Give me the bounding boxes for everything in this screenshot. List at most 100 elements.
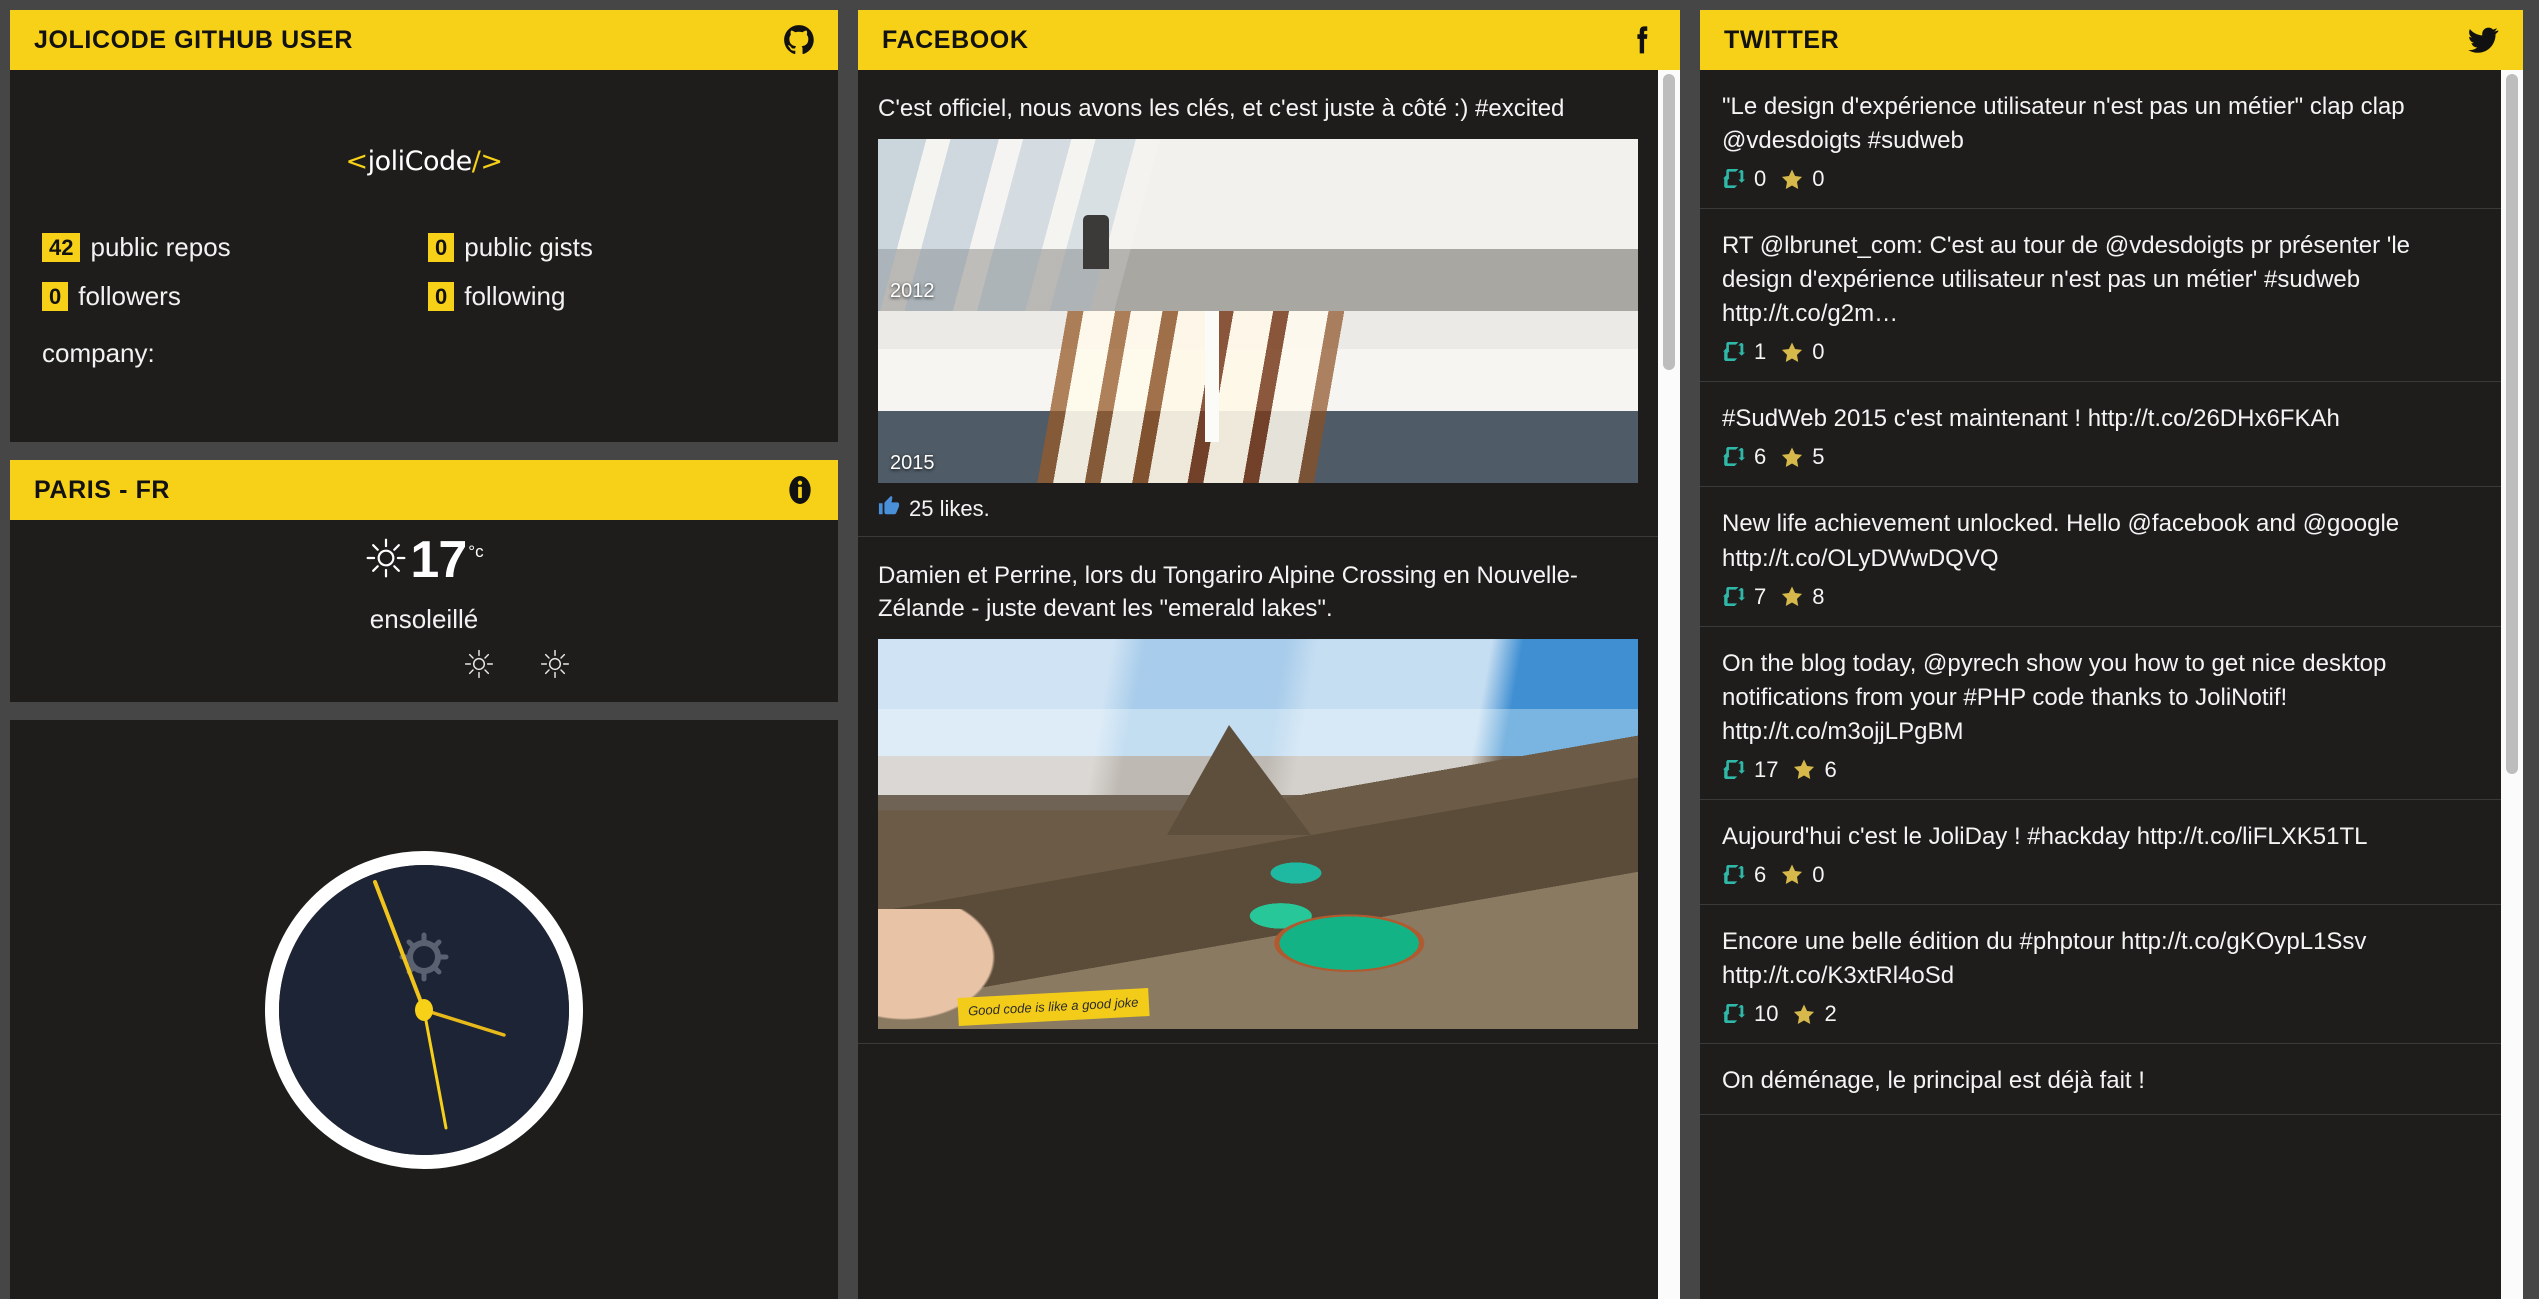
github-panel-title: JoliCode GitHub user [34,25,353,54]
tweet-stats: 17 6 [1722,757,2479,783]
tweet-text: Encore une belle édition du #phptour htt… [1722,927,2367,990]
tweet-stats: 0 0 [1722,166,2479,192]
star-icon[interactable] [1780,341,1804,364]
stat-following: 0 following [428,281,814,312]
github-octocat-icon[interactable] [782,23,816,57]
facebook-feed-scroll: C'est officiel, nous avons les clés, et … [858,70,1680,1299]
twitter-scrollbar[interactable] [2501,70,2523,1299]
retweet-icon[interactable] [1722,1004,1746,1024]
twitter-panel-title: Twitter [1724,25,1840,54]
clock-center-cap [415,998,433,1021]
twitter-column: Twitter "Le design d'expérience utilisat… [1700,10,2523,1299]
stat-public-gists: 0 public gists [428,232,814,263]
dashboard: JoliCode GitHub user <joliCode/> 42 p [0,0,2539,1299]
weather-panel-body: 17 °c ensoleillé [10,520,838,702]
twitter-scrollbar-thumb[interactable] [2506,74,2518,774]
tweet-stats: 6 0 [1722,862,2479,888]
facebook-post-text: C'est officiel, nous avons les clés, et … [878,95,1565,122]
retweet-icon[interactable] [1722,169,1746,189]
facebook-post-photo[interactable]: 2015 [878,311,1638,484]
logo-open-bracket: < [345,145,368,177]
favorite-count: 0 [1812,861,1825,887]
tweet-stats: 10 2 [1722,1001,2479,1027]
facebook-scrollbar[interactable] [1658,70,1680,1299]
photo-caption: 2012 [890,280,935,303]
retweet-icon[interactable] [1722,759,1746,780]
weather-panel-header: Paris - FR [10,460,838,520]
retweet-icon[interactable] [1722,586,1746,607]
retweet-count: 1 [1754,339,1767,365]
weather-current: 17 °c ensoleillé [34,534,814,635]
stat-label: public gists [464,232,593,262]
info-icon[interactable] [784,474,816,506]
facebook-scrollbar-thumb[interactable] [1663,74,1675,370]
forecast-description: ensoleillé [528,701,582,702]
retweet-icon[interactable] [1722,864,1746,885]
tweet-stats: 1 0 [1722,339,2479,365]
tweet-item[interactable]: Aujourd'hui c'est le JoliDay ! #hackday … [1700,800,2501,905]
star-icon[interactable] [1780,863,1804,886]
logo-close-bracket: /> [471,145,503,177]
facebook-feed-list: C'est officiel, nous avons les clés, et … [858,70,1658,1299]
twitter-bird-icon[interactable] [2465,24,2501,56]
weather-description: ensoleillé [369,604,479,634]
retweet-count: 10 [1754,1001,1779,1027]
tweet-item[interactable]: "Le design d'expérience utilisateur n'es… [1700,70,2501,210]
mountain-peak [1166,725,1311,836]
stat-value: 0 [428,232,455,263]
weather-panel: Paris - FR [10,460,838,702]
github-panel: JoliCode GitHub user <joliCode/> 42 p [10,10,838,442]
facebook-post-likes: 25 likes. [878,495,1638,522]
left-column: JoliCode GitHub user <joliCode/> 42 p [10,10,838,1299]
facebook-post[interactable]: Damien et Perrine, lors du Tongariro Alp… [858,537,1658,1045]
weather-temperature: 17 [410,531,467,589]
star-icon[interactable] [1792,758,1816,781]
tweet-item[interactable]: New life achievement unlocked. Hello @fa… [1700,487,2501,627]
github-panel-body: <joliCode/> 42 public repos 0 public gis… [10,70,838,442]
logo-text: joliCode [367,145,473,177]
tweet-text: #SudWeb 2015 c'est maintenant ! http://t… [1722,405,2340,433]
retweet-count: 7 [1754,583,1767,609]
weather-panel-title: Paris - FR [34,475,171,504]
retweet-count: 17 [1754,756,1779,782]
stat-label: following [464,281,566,311]
tweet-text: New life achievement unlocked. Hello @fa… [1722,510,2400,572]
twitter-feed-scroll: "Le design d'expérience utilisateur n'es… [1700,70,2523,1299]
forecast-description: ensoleillé [452,701,506,702]
tweet-item[interactable]: On déménage, le principal est déjà fait … [1700,1044,2501,1116]
tweet-text: Aujourd'hui c'est le JoliDay ! #hackday … [1722,822,2368,850]
star-icon[interactable] [1792,1003,1816,1026]
tweet-text: RT @lbrunet_com: C'est au tour de @vdesd… [1722,232,2411,328]
stat-followers: 0 followers [42,281,428,312]
star-icon[interactable] [1780,446,1804,469]
facebook-panel-header: Facebook [858,10,1680,70]
sun-icon [364,536,408,585]
tweet-item[interactable]: Encore une belle édition du #phptour htt… [1700,905,2501,1045]
favorite-count: 6 [1824,756,1837,782]
tweet-item[interactable]: RT @lbrunet_com: C'est au tour de @vdesd… [1700,209,2501,383]
photo-caption: 2015 [890,452,935,475]
thumbs-up-icon [878,495,900,522]
github-panel-header: JoliCode GitHub user [10,10,838,70]
retweet-icon[interactable] [1722,447,1746,467]
retweet-icon[interactable] [1722,342,1746,362]
star-icon[interactable] [1780,168,1804,191]
stat-label: followers [78,281,181,311]
github-stats: 42 public repos 0 public gists 0 followe… [34,232,814,312]
favorite-count: 8 [1812,583,1825,609]
clock-panel-body [10,720,838,1299]
facebook-post[interactable]: C'est officiel, nous avons les clés, et … [858,70,1658,538]
facebook-icon[interactable] [1628,23,1658,57]
facebook-panel: Facebook C'est officiel, nous avons les … [858,10,1680,1299]
facebook-post-photo[interactable]: Good code is like a good joke [878,639,1638,1030]
twitter-panel: Twitter "Le design d'expérience utilisat… [1700,10,2523,1299]
star-icon[interactable] [1780,585,1804,608]
weather-forecast: ensoleillé min. 12°C max. 18°C [448,648,586,702]
facebook-likes-count: 25 likes. [909,495,990,521]
stat-public-repos: 42 public repos [42,232,428,263]
facebook-post-photo[interactable]: 2012 [878,139,1638,312]
favorite-count: 0 [1812,166,1825,192]
tweet-item[interactable]: #SudWeb 2015 c'est maintenant ! http://t… [1700,382,2501,488]
retweet-count: 6 [1754,444,1767,470]
tweet-item[interactable]: On the blog today, @pyrech show you how … [1700,627,2501,800]
